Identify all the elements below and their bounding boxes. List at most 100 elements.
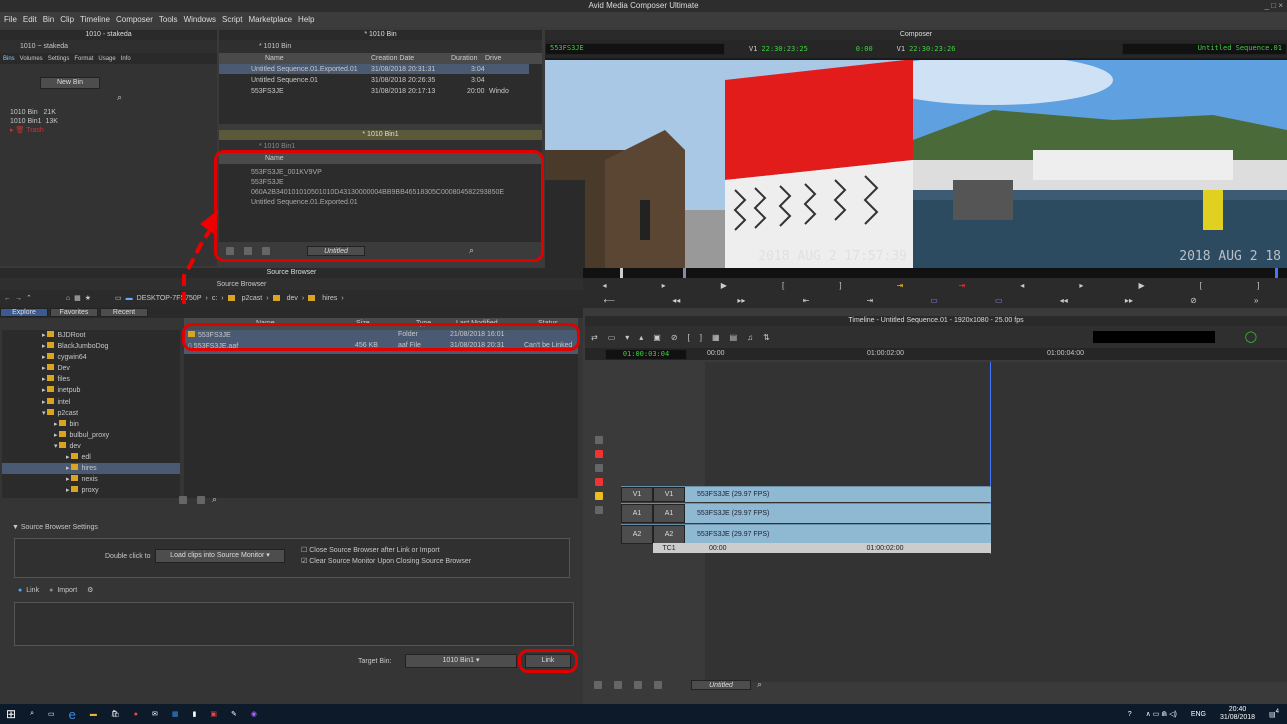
go-in-icon[interactable]: ⇤ [803, 296, 810, 305]
tab-explore[interactable]: Explore [0, 307, 48, 317]
toolbar-icon[interactable]: [ [688, 333, 690, 342]
record-icon[interactable]: ◯ [1245, 330, 1257, 343]
tab-format[interactable]: Format [74, 56, 93, 62]
task-view-icon[interactable]: ▭ [48, 710, 55, 718]
store-icon[interactable]: 🛍 [111, 710, 120, 718]
clip-v1[interactable]: 553FS3JE (29.97 FPS) [685, 486, 991, 502]
tree-item[interactable]: ▸ bulbul_proxy [2, 430, 180, 441]
col-name[interactable]: Name [219, 53, 371, 64]
menu-clip[interactable]: Clip [60, 12, 74, 27]
step-fwd-icon[interactable]: ▸ [662, 281, 666, 290]
play-icon[interactable]: ▶ [721, 281, 727, 290]
timeline-view-select[interactable]: Untitled [691, 679, 751, 690]
record-monitor[interactable]: 2018 AUG 2 18 [913, 60, 1287, 268]
tab-volumes[interactable]: Volumes [20, 56, 43, 62]
table-row[interactable]: 553FS3JE 31/08/2018 20:17:13 20:00 Windo [219, 86, 529, 96]
tool-icon[interactable] [595, 506, 603, 514]
menu-help[interactable]: Help [298, 12, 314, 27]
tab-recent[interactable]: Recent [100, 307, 148, 317]
footer-icon[interactable] [614, 680, 622, 689]
mark-out-icon[interactable]: ] [839, 281, 841, 290]
source-position-indicator[interactable] [620, 268, 623, 278]
forward-icon[interactable]: → [15, 295, 22, 302]
toolbar-icon[interactable]: ▦ [712, 333, 720, 342]
more-icon[interactable]: » [1254, 296, 1258, 305]
rewind-icon[interactable]: ◂◂ [672, 296, 680, 305]
search-icon[interactable]: ⌕ [117, 92, 122, 103]
go-out-icon[interactable]: ⇥ [866, 296, 873, 305]
tree-item[interactable]: ▸ cygwin64 [2, 352, 180, 363]
toolbar-icon[interactable]: ] [700, 333, 702, 342]
toolbar-icon[interactable]: ⇄ [591, 333, 598, 342]
target-bin-select[interactable]: 1010 Bin1 ▾ [405, 654, 517, 668]
app-icon[interactable]: ▣ [210, 710, 217, 718]
back-icon[interactable]: ← [4, 295, 11, 302]
toolbar-icon[interactable]: ⇅ [763, 333, 770, 342]
extract-icon[interactable]: ▭ [995, 296, 1003, 305]
star-icon[interactable]: ★ [85, 294, 91, 302]
menu-composer[interactable]: Composer [116, 12, 153, 27]
clock[interactable]: 20:40 31/08/2018 [1220, 706, 1255, 722]
thumb-view-icon[interactable] [197, 495, 205, 504]
src-track-v1[interactable]: V1 [621, 486, 653, 502]
src-track-a2[interactable]: A2 [621, 524, 653, 544]
search-icon[interactable]: ⌕ [757, 679, 762, 690]
source-clip-menu[interactable]: 553FS3JE [545, 43, 725, 55]
tab-info[interactable]: Info [121, 56, 131, 62]
menu-tools[interactable]: Tools [159, 12, 178, 27]
mark-out-icon[interactable]: ] [1257, 281, 1259, 290]
app-icon[interactable]: ✎ [231, 710, 237, 718]
ffwd-icon[interactable]: ▸▸ [737, 296, 745, 305]
chrome-icon[interactable]: ● [134, 711, 138, 718]
path-segment[interactable]: p2cast [242, 295, 263, 302]
tool-icon[interactable] [595, 450, 603, 458]
footer-icon[interactable] [634, 680, 642, 689]
up-icon[interactable]: ⌃ [26, 294, 32, 302]
tree-item[interactable]: ▸ bin [2, 419, 180, 430]
col-creation-date[interactable]: Creation Date [371, 53, 451, 64]
menu-file[interactable]: File [4, 12, 17, 27]
rec-track-a1[interactable]: A1 [653, 503, 685, 523]
tree-item[interactable]: ▸ inetpub [2, 385, 180, 396]
sb-tab[interactable]: Source Browser [0, 278, 583, 290]
bin-item[interactable]: 1010 Bin1 13K [10, 117, 58, 126]
tree-item-selected[interactable]: ▸ hires [2, 463, 180, 475]
footer-icon[interactable] [654, 680, 662, 689]
toolbar-icon[interactable]: ▾ [625, 333, 629, 342]
windows-start-icon[interactable]: ⊞ [6, 707, 16, 721]
step-back-icon[interactable]: ◂ [603, 281, 607, 290]
avid-icon[interactable]: ◉ [251, 710, 257, 718]
tab-settings[interactable]: Settings [48, 56, 70, 62]
app-icon[interactable]: ▦ [172, 710, 179, 718]
play-icon[interactable]: ▶ [1138, 281, 1144, 290]
source-monitor[interactable]: 2018 AUG 2 17:57:39 [545, 60, 913, 268]
tool-icon[interactable] [595, 478, 603, 486]
table-row[interactable]: Untitled Sequence.01.Exported.01 31/08/20… [219, 64, 529, 74]
grid-icon[interactable]: ▦ [74, 294, 81, 302]
tool-icon[interactable] [595, 436, 603, 444]
lift-icon[interactable]: ▭ [930, 296, 938, 305]
footer-icon[interactable] [594, 680, 602, 689]
window-controls[interactable]: _ □ × [1265, 0, 1283, 12]
double-click-select[interactable]: Load clips into Source Monitor ▾ [155, 549, 285, 563]
tab-usage[interactable]: Usage [98, 56, 115, 62]
step-fwd-icon[interactable]: ▸ [1079, 281, 1083, 290]
tree-item[interactable]: ▸ files [2, 374, 180, 385]
mark-in-icon[interactable]: [ [782, 281, 784, 290]
overwrite-icon[interactable]: ⇥ [958, 281, 965, 290]
rec-track-v1[interactable]: V1 [653, 486, 685, 502]
link-radio[interactable]: ● [18, 587, 22, 594]
ffwd-icon[interactable]: ▸▸ [1125, 296, 1133, 305]
tree-item[interactable]: ▸ intel [2, 397, 180, 408]
new-bin-button[interactable]: New Bin [40, 77, 100, 89]
tree-item[interactable]: ▸ nexis [2, 474, 180, 485]
clip-a1[interactable]: 553FS3JE (29.97 FPS) [685, 503, 991, 523]
playhead[interactable] [683, 268, 686, 278]
project-tab[interactable]: 1010 ~ stakeda [0, 40, 217, 53]
list-view-icon[interactable] [179, 495, 187, 504]
tree-item[interactable]: ▾ dev [2, 441, 180, 452]
splice-icon[interactable]: ⇥ [897, 281, 904, 290]
rec-track-a2[interactable]: A2 [653, 524, 685, 544]
trash-item[interactable]: ▸ 🗑 Trash [10, 126, 58, 135]
position-bar[interactable] [575, 268, 1287, 278]
